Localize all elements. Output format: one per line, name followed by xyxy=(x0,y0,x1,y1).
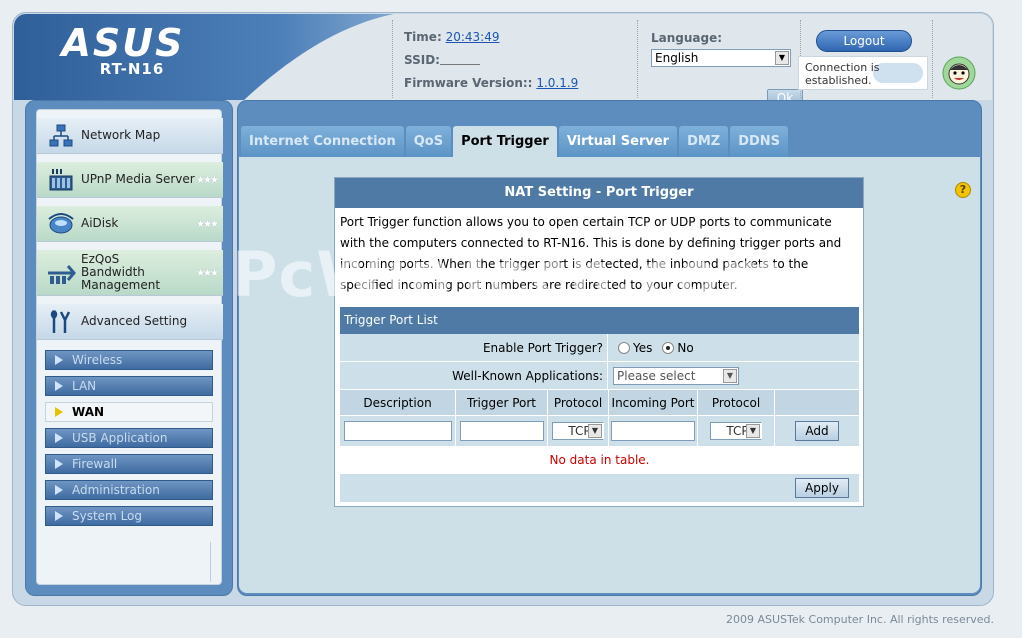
media-server-icon xyxy=(41,165,81,195)
column-trigger-port: Trigger Port xyxy=(456,390,548,415)
enable-yes-label: Yes xyxy=(633,341,653,355)
trigger-port-table: Trigger Port List Enable Port Trigger? Y… xyxy=(340,307,859,502)
column-protocol: Protocol xyxy=(698,390,775,415)
dropdown-arrow-icon: ▼ xyxy=(588,424,602,438)
empty-table-message: No data in table. xyxy=(340,446,859,474)
trigger-port-input[interactable] xyxy=(459,421,544,441)
sidebar-divider xyxy=(210,542,211,582)
header-divider xyxy=(392,20,393,98)
tab-ddns[interactable]: DDNS xyxy=(730,126,789,158)
firmware-label: Firmware Version:: xyxy=(404,76,533,90)
time-link[interactable]: 20:43:49 xyxy=(446,30,500,44)
firmware-link[interactable]: 1.0.1.9 xyxy=(536,76,578,90)
menu-label: Network Map xyxy=(81,128,161,142)
dropdown-arrow-icon: ▼ xyxy=(723,369,737,383)
connection-status-text: Connection is established. xyxy=(805,61,880,87)
incoming-port-input[interactable] xyxy=(611,421,695,441)
menu-network-map[interactable]: Network Map xyxy=(37,118,223,154)
column-header-row: Description Trigger Port Protocol Incomi… xyxy=(340,390,859,416)
well-known-apps-row: Well-Known Applications: Please select ▼ xyxy=(340,362,859,390)
language-select[interactable]: English ▼ xyxy=(651,49,791,67)
menu-label: UPnP Media Server xyxy=(81,172,195,186)
tab-qos[interactable]: QoS xyxy=(405,126,452,158)
submenu-system-log[interactable]: System Log xyxy=(45,506,213,526)
submenu-wan[interactable]: WAN xyxy=(45,402,213,422)
tab-port-trigger[interactable]: Port Trigger xyxy=(453,126,557,158)
dropdown-arrow-icon: ▼ xyxy=(746,424,760,438)
table-title: Trigger Port List xyxy=(340,307,859,334)
menu-aidisk[interactable]: AiDisk ★★★ xyxy=(37,206,223,242)
header-divider xyxy=(637,20,638,98)
stars-icon: ★★★ xyxy=(196,219,219,230)
column-protocol: Protocol xyxy=(548,390,609,415)
tab-bar: Internet Connection QoS Port Trigger Vir… xyxy=(241,126,790,158)
tab-internet-connection[interactable]: Internet Connection xyxy=(241,126,404,158)
header-divider xyxy=(932,20,933,98)
submenu-usb-application[interactable]: USB Application xyxy=(45,428,213,448)
dropdown-arrow-icon: ▼ xyxy=(775,51,789,65)
aidisk-icon xyxy=(41,209,81,239)
menu-advanced-setting[interactable]: Advanced Setting xyxy=(37,304,223,340)
sidebar-menu: Network Map UPnP Media Server ★★★ AiDisk… xyxy=(36,109,223,585)
port-trigger-panel: NAT Setting - Port Trigger Port Trigger … xyxy=(334,177,864,507)
well-known-apps-value: Please select xyxy=(617,369,696,383)
apply-row: Apply xyxy=(340,474,859,502)
submenu-lan[interactable]: LAN xyxy=(45,376,213,396)
enable-no-label: No xyxy=(677,341,694,355)
status-face-icon[interactable] xyxy=(942,56,976,90)
stars-icon: ★★★ xyxy=(196,268,219,279)
menu-label: EzQoS Bandwidth Management xyxy=(81,252,161,292)
ezqos-icon xyxy=(41,258,81,288)
enable-no-radio[interactable] xyxy=(662,342,675,354)
svg-text:ASUS: ASUS xyxy=(58,24,184,62)
status-info: Time: 20:43:49 SSID: Firmware Version:: … xyxy=(404,30,578,99)
submenu-firewall[interactable]: Firewall xyxy=(45,454,213,474)
advanced-setting-icon xyxy=(41,307,81,337)
copyright-footer: 2009 ASUSTek Computer Inc. All rights re… xyxy=(726,613,994,626)
submenu-wireless[interactable]: Wireless xyxy=(45,350,213,370)
tab-dmz[interactable]: DMZ xyxy=(679,126,729,158)
asus-logo: ASUS xyxy=(58,24,184,62)
column-incoming-port: Incoming Port xyxy=(609,390,698,415)
menu-label: Advanced Setting xyxy=(81,314,188,328)
time-label: Time: xyxy=(404,30,442,44)
apply-button[interactable]: Apply xyxy=(795,478,849,498)
ssid-label: SSID: xyxy=(404,53,440,67)
help-icon[interactable]: ? xyxy=(955,182,971,198)
language-label: Language: xyxy=(651,31,723,45)
enable-port-trigger-label: Enable Port Trigger? xyxy=(340,334,608,362)
language-ok-button[interactable]: Ok xyxy=(767,89,803,100)
menu-upnp-media-server[interactable]: UPnP Media Server ★★★ xyxy=(37,162,223,198)
submenu-administration[interactable]: Administration xyxy=(45,480,213,500)
add-button[interactable]: Add xyxy=(795,421,839,441)
tab-virtual-server[interactable]: Virtual Server xyxy=(558,126,678,158)
connection-status: Connection is established. xyxy=(798,56,928,90)
menu-ezqos[interactable]: EzQoS Bandwidth Management ★★★ xyxy=(37,250,223,296)
logout-button[interactable]: Logout xyxy=(816,30,912,52)
ssid-link[interactable] xyxy=(439,56,480,65)
model-name: RT-N16 xyxy=(99,60,165,78)
well-known-apps-select[interactable]: Please select ▼ xyxy=(613,367,739,385)
trigger-protocol-select[interactable]: TCP ▼ xyxy=(552,422,604,440)
well-known-apps-label: Well-Known Applications: xyxy=(340,362,608,390)
stars-icon: ★★★ xyxy=(196,175,219,186)
network-map-icon xyxy=(41,121,81,151)
enable-yes-radio[interactable] xyxy=(618,342,630,354)
logo-area: ASUS RT-N16 xyxy=(14,14,394,100)
incoming-protocol-select[interactable]: TCP ▼ xyxy=(710,422,762,440)
header: ASUS RT-N16 Time: 20:43:49 SSID: Firmwar… xyxy=(14,14,992,100)
language-value: English xyxy=(655,51,699,65)
enable-port-trigger-row: Enable Port Trigger? Yes No xyxy=(340,334,859,362)
column-description: Description xyxy=(340,390,456,415)
sidebar: Network Map UPnP Media Server ★★★ AiDisk… xyxy=(25,100,233,596)
menu-label: AiDisk xyxy=(81,216,119,230)
description-input[interactable] xyxy=(343,421,452,441)
panel-title: NAT Setting - Port Trigger xyxy=(335,178,863,208)
input-row: TCP ▼ TCP ▼ Add xyxy=(340,416,859,446)
language-area: Language: English ▼ Ok xyxy=(651,31,803,100)
